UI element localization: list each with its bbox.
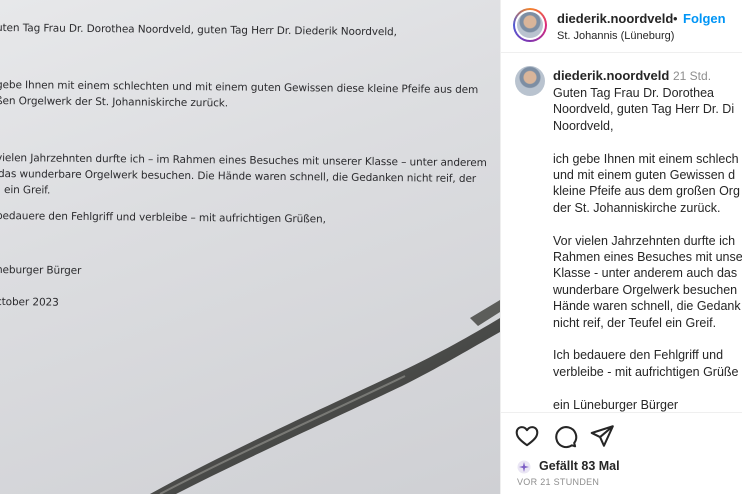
avatar[interactable] [515,66,545,96]
caption-line: ein Lüneburger Bürger [553,397,679,412]
caption-line: Vor vielen Jahrzehnten durfte ich [553,233,736,248]
caption-line: Hände waren schnell, die Gedank [553,299,741,314]
heart-icon[interactable] [514,423,540,449]
follow-button[interactable]: Folgen [683,11,726,26]
caption-line: wunderbare Orgelwerk besuchen [553,282,738,297]
caption-line: und mit einem guten Gewissen d [553,168,736,183]
caption-paragraph: Guten Tag Frau Dr. Dorothea Noordveld, g… [553,85,742,134]
caption-line: verbleibe - mit aufrichtigen Grüße [553,364,739,379]
caption-line: der St. Johanniskirche zurück. [553,200,721,215]
organ-pipe-image [150,300,500,494]
caption-time[interactable]: 21 Std. [673,69,711,83]
post-timestamp[interactable]: VOR 21 STUNDEN [517,477,599,487]
action-bar: Gefällt 83 Mal VOR 21 STUNDEN [501,412,742,495]
caption-paragraph: Vor vielen Jahrzehnten durfte ich Rahmen… [553,233,742,331]
separator-dot: • [673,11,678,26]
caption-text: Guten Tag Frau Dr. Dorothea Noordveld, g… [553,85,742,412]
caption-line: Noordveld, [553,118,614,133]
caption-line: nicht reif, der Teufel ein Greif. [553,315,717,330]
post-sidebar: diederik.noordveld • Folgen St. Johannis… [500,0,742,494]
liked-by-avatar-icon [517,460,531,474]
post-header: diederik.noordveld • Folgen St. Johannis… [501,0,742,53]
share-icon[interactable] [589,423,615,449]
caption-line: Noordveld, guten Tag Herr Dr. Di [553,102,735,117]
caption-paragraph: ein Lüneburger Bürger [553,397,742,412]
caption-username[interactable]: diederik.noordveld [553,68,669,83]
story-avatar[interactable] [513,8,547,42]
post-photo[interactable]: uten Tag Frau Dr. Dorothea Noordveld, gu… [0,0,500,494]
caption-line: Rahmen eines Besuches mit unse [553,250,742,265]
likes-label: Gefällt 83 Mal [539,459,620,473]
caption-paragraph: ich gebe Ihnen mit einem schlech und mit… [553,151,742,217]
caption-area: diederik.noordveld 21 Std. Guten Tag Fra… [501,52,742,412]
caption-paragraph: Ich bedauere den Fehlgriff und verbleibe… [553,347,742,380]
caption-line: Guten Tag Frau Dr. Dorothea [553,86,714,100]
comment-icon[interactable] [552,423,578,449]
caption-line: Ich bedauere den Fehlgriff und [553,348,724,363]
caption-line: kleine Pfeife aus dem großen Org [553,184,740,199]
header-username[interactable]: diederik.noordveld [557,11,673,26]
caption-line: Klasse - unter anderem auch das [553,266,738,281]
caption-line: ich gebe Ihnen mit einem schlech [553,151,739,166]
location-link[interactable]: St. Johannis (Lüneburg) [557,30,674,42]
